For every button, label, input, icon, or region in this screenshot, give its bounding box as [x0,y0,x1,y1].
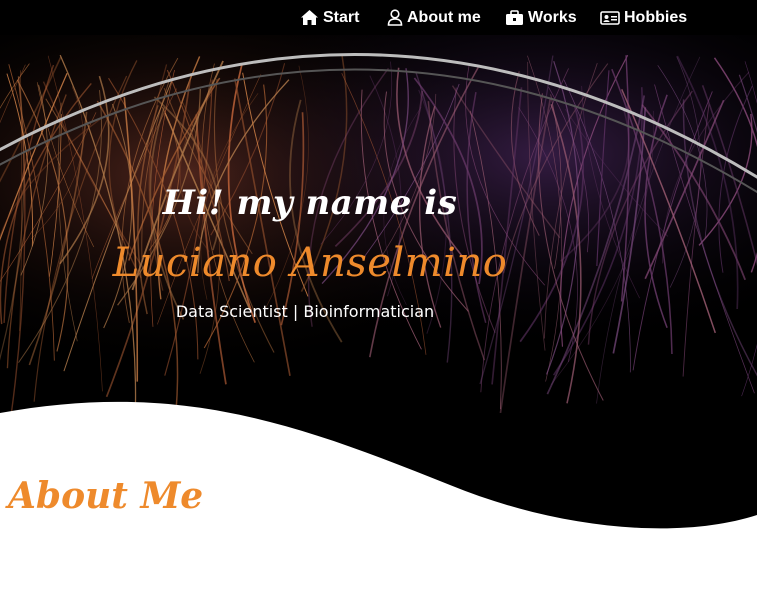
top-navbar: Start About me Works Hobbies [0,0,757,35]
nav-works-label: Works [528,8,577,26]
briefcase-icon [505,9,524,26]
home-icon [300,9,319,26]
nav-hobbies-link[interactable]: Hobbies [600,0,687,35]
user-icon [387,9,403,26]
nav-about-link[interactable]: About me [387,0,481,35]
nav-start-link[interactable]: Start [300,0,359,35]
nav-start-label: Start [323,8,360,26]
nav-about-label: About me [407,8,481,26]
about-me-heading: About Me [8,475,204,517]
nav-hobbies-label: Hobbies [624,8,688,26]
nav-works-link[interactable]: Works [505,0,577,35]
id-card-icon [600,10,620,26]
